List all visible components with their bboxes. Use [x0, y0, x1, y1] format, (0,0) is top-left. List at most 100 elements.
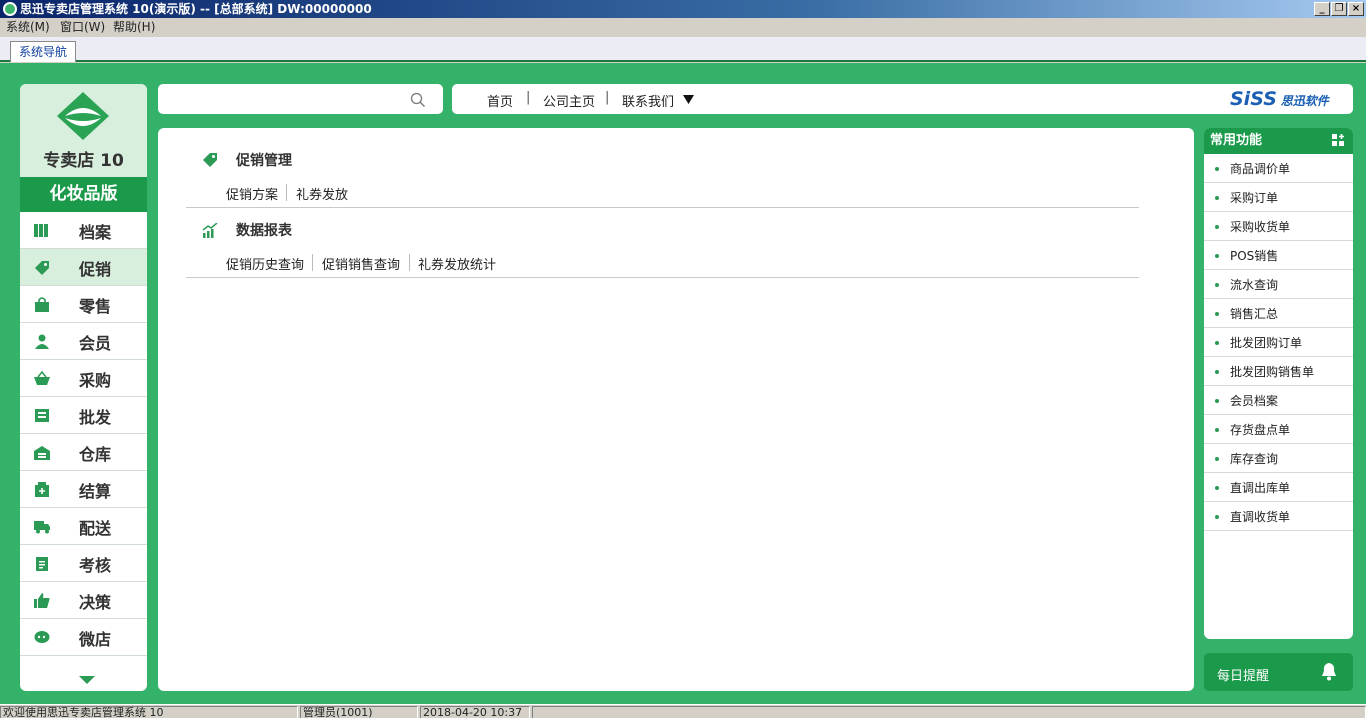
bullet-icon: [1215, 167, 1219, 171]
status-datetime: 2018-04-20 10:37: [420, 706, 530, 718]
chart-icon: [202, 223, 218, 238]
sidebar-item-assessment[interactable]: 考核: [20, 545, 147, 582]
product-name: 专卖店 10: [43, 151, 124, 171]
sidebar-item-label: 促销: [79, 260, 112, 279]
menu-system[interactable]: 系统(M): [6, 18, 50, 37]
bullet-icon: [1215, 370, 1219, 374]
sidebar-item-label: 考核: [79, 556, 112, 575]
quick-item-sales-summary[interactable]: 销售汇总: [1204, 299, 1353, 328]
sidebar-item-warehouse[interactable]: 仓库: [20, 434, 147, 471]
quick-item-direct-receipt[interactable]: 直调收货单: [1204, 502, 1353, 531]
quick-item-purchase-order[interactable]: 采购订单: [1204, 183, 1353, 212]
link-promotion-plan[interactable]: 促销方案: [226, 184, 278, 203]
quick-item-purchase-receipt[interactable]: 采购收货单: [1204, 212, 1353, 241]
bullet-icon: [1215, 457, 1219, 461]
search-bar: [158, 84, 443, 114]
divider: [409, 254, 410, 271]
quick-item-label: 批发团购订单: [1230, 336, 1303, 350]
menu-window[interactable]: 窗口(W): [60, 18, 105, 37]
quick-item-wholesale-group-order[interactable]: 批发团购订单: [1204, 328, 1353, 357]
quick-functions-header: 常用功能: [1204, 128, 1353, 154]
link-contact-us[interactable]: 联系我们: [622, 91, 674, 110]
link-home[interactable]: 首页: [487, 91, 513, 110]
restore-button[interactable]: ❐: [1331, 2, 1347, 16]
bullet-icon: [1215, 225, 1219, 229]
app-icon: [3, 2, 17, 16]
menu-help[interactable]: 帮助(H): [113, 18, 155, 37]
bullet-icon: [1215, 486, 1219, 490]
quick-item-label: 采购收货单: [1230, 220, 1291, 234]
tag-icon: [35, 261, 49, 275]
quick-item-label: 商品调价单: [1230, 162, 1291, 176]
sidebar-item-archive[interactable]: 档案: [20, 212, 147, 249]
grid-plus-icon[interactable]: [1332, 134, 1345, 147]
quick-item-inventory-query[interactable]: 库存查询: [1204, 444, 1353, 473]
nav-separator: |: [605, 90, 610, 105]
sidebar-item-label: 零售: [79, 297, 112, 316]
link-company-homepage[interactable]: 公司主页: [543, 91, 595, 110]
quick-item-stocktake[interactable]: 存货盘点单: [1204, 415, 1353, 444]
thumbs-up-icon: [34, 593, 50, 608]
sidebar-item-label: 配送: [79, 519, 112, 538]
quick-functions-title: 常用功能: [1210, 133, 1263, 148]
triangle-down-icon[interactable]: [683, 95, 694, 105]
link-promotion-sales-query[interactable]: 促销销售查询: [322, 254, 400, 273]
shopping-bag-icon: [35, 297, 49, 312]
quick-item-flow-query[interactable]: 流水查询: [1204, 270, 1353, 299]
truck-icon: [34, 521, 50, 534]
status-empty: [532, 706, 1366, 718]
bullet-icon: [1215, 254, 1219, 258]
search-input[interactable]: [166, 89, 406, 109]
search-icon[interactable]: [410, 92, 426, 108]
chat-icon: [34, 631, 50, 643]
sidebar-item-label: 决策: [79, 593, 112, 612]
sidebar-item-label: 仓库: [79, 445, 112, 464]
quick-item-member-archive[interactable]: 会员档案: [1204, 386, 1353, 415]
quick-item-label: 采购订单: [1230, 191, 1279, 205]
sidebar-item-settlement[interactable]: 结算: [20, 471, 147, 508]
section-title-promotion-management: 促销管理: [236, 153, 292, 169]
siss-logo-icon: [57, 92, 109, 140]
sidebar-item-label: 微店: [79, 630, 112, 649]
wholesale-icon: [35, 409, 49, 422]
quick-item-pos-sales[interactable]: POS销售: [1204, 241, 1353, 270]
quick-item-label: 存货盘点单: [1230, 423, 1291, 437]
sidebar-item-micro-store[interactable]: 微店: [20, 619, 147, 656]
edition-label: 化妆品版: [20, 177, 147, 212]
tab-system-navigation[interactable]: 系统导航: [10, 41, 77, 62]
quick-item-label: 直调出库单: [1230, 481, 1291, 495]
sidebar-item-label: 批发: [79, 408, 112, 427]
sidebar-item-member[interactable]: 会员: [20, 323, 147, 360]
divider: [186, 207, 1139, 208]
bell-icon: [1322, 663, 1336, 681]
link-coupon-issue[interactable]: 礼券发放: [296, 184, 348, 203]
bullet-icon: [1215, 515, 1219, 519]
archive-icon: [34, 224, 48, 237]
sidebar-item-purchase[interactable]: 采购: [20, 360, 147, 397]
status-welcome: 欢迎使用思迅专卖店管理系统 10: [0, 706, 298, 718]
sidebar-item-delivery[interactable]: 配送: [20, 508, 147, 545]
quick-functions-panel: 常用功能 商品调价单 采购订单 采购收货单 POS销售 流水查询 销售汇总 批发…: [1204, 128, 1353, 639]
sidebar-item-promotion[interactable]: 促销: [20, 249, 147, 286]
quick-item-label: 库存查询: [1230, 452, 1279, 466]
status-user: 管理员(1001): [300, 706, 418, 718]
quick-item-wholesale-group-sales[interactable]: 批发团购销售单: [1204, 357, 1353, 386]
quick-item-direct-outbound[interactable]: 直调出库单: [1204, 473, 1353, 502]
quick-item-label: 销售汇总: [1230, 307, 1279, 321]
user-icon: [35, 334, 49, 349]
sidebar-item-retail[interactable]: 零售: [20, 286, 147, 323]
divider: [312, 254, 313, 271]
daily-reminder-button[interactable]: 每日提醒: [1204, 653, 1353, 691]
quick-item-label: 批发团购销售单: [1230, 365, 1315, 379]
settlement-icon: [35, 482, 49, 497]
sidebar-item-wholesale[interactable]: 批发: [20, 397, 147, 434]
close-button[interactable]: ×: [1348, 2, 1364, 16]
bullet-icon: [1215, 341, 1219, 345]
link-coupon-issue-stats[interactable]: 礼券发放统计: [418, 254, 496, 273]
minimize-button[interactable]: _: [1314, 2, 1330, 16]
section-title-data-reports: 数据报表: [236, 223, 292, 239]
sidebar-item-decision[interactable]: 决策: [20, 582, 147, 619]
quick-item-price-adjustment[interactable]: 商品调价单: [1204, 154, 1353, 183]
link-promotion-history-query[interactable]: 促销历史查询: [226, 254, 304, 273]
chevron-down-icon[interactable]: [79, 676, 95, 684]
